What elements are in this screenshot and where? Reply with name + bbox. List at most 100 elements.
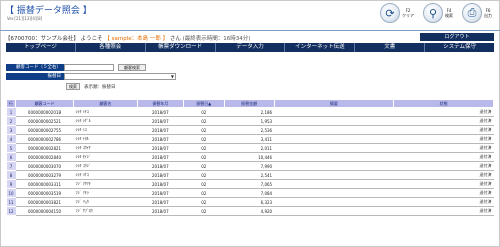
col-header-customer-code[interactable]: 顧客コード [15,99,75,108]
customer-code-cell: 0000000002786 [15,134,74,144]
customer-code-input[interactable] [64,64,114,71]
col-header-amount[interactable]: 振替金額 [223,99,275,108]
customer-code-cell: 0000000002821 [15,143,74,153]
f6-output-button[interactable]: ⎙ F6 出力 [462,3,492,23]
table-row[interactable]: 12 0000000004150 ﾌｼﾞ ｻﾌﾞﾛｳ 2018/07 02 4,920 送付… [6,206,494,216]
table-row[interactable]: 6 0000000002840 ｼﾗｷ ｾｲｼﾞ 2018/07 02 10,446 送付済 [6,152,494,162]
transfer-day-cell: 02 [183,161,225,171]
transfer-month-cell: 2018/07 [137,161,184,171]
function-key-bar: ⟳ F2 クリア ⚲ F4 検索 ⎙ F6 出力 [380,3,492,23]
welcome-message: 【6700700：サンプル会社】 ようこそ 【 sample：本島 一郎 】 さ… [5,34,250,42]
note-cell [274,116,394,126]
nav-item-data-entry[interactable]: データ入力 [216,43,286,52]
version-label: Ver.[21][13][4][8] [7,16,43,21]
table-row[interactable]: 7 0000000003070 ｼﾗｷ ｺｳｼﾞ 2018/07 02 7,990 送付済 [6,161,494,171]
customer-code-cell: 0000000003519 [15,188,74,198]
table-row[interactable]: 10 0000000003519 ﾌｼﾞ ｱｷﾗ 2018/07 02 7,084 送付済 [6,188,494,198]
transfer-day-cell: 02 [183,206,225,216]
col-header-status[interactable]: 状態 [393,99,494,108]
nav-item-inquiry[interactable]: 各種照会 [76,43,146,52]
nav-item-internet-transfer[interactable]: インターネット伝送 [285,43,356,52]
amount-cell: 1,953 [224,116,275,126]
customer-name-cell: ｼﾗｷ ﾐﾁｺ [73,107,138,117]
amount-cell: 2,011 [224,143,275,153]
status-cell: 送付済 [393,107,494,117]
search-icon: ⚲ [423,3,443,23]
col-header-transfer-day[interactable]: 振替日▲ [182,99,225,108]
status-cell: 送付済 [393,197,494,207]
note-cell [274,206,394,216]
status-cell: 送付済 [393,143,494,153]
note-cell [274,179,394,189]
note-cell [274,134,394,144]
customer-code-cell: 0000000003821 [15,197,74,207]
table-row[interactable]: 3 0000000002755 ｼﾗｷ ﾐﾕ 2018/07 02 2,536 送付済 [6,125,494,135]
note-cell [274,188,394,198]
note-cell [274,197,394,207]
customer-name-cell: ｼﾗｷ ｾｲｼﾞ [73,152,138,162]
amount-cell: 6,323 [224,197,275,207]
transfer-date-label: 振替日 [6,73,64,80]
f4-search-button[interactable]: ⚲ F4 検索 [423,3,453,23]
transfer-day-cell: 02 [183,170,225,180]
row-number-cell: 5 [6,143,16,153]
customer-code-cell: 0000000003279 [15,170,74,180]
refresh-icon: ⟳ [380,3,400,23]
transfer-month-cell: 2018/07 [137,134,184,144]
customer-name-cell: ｼﾗｷ ﾊﾅｺ [73,170,138,180]
amount-cell: 2,536 [224,125,275,135]
transfer-month-cell: 2018/07 [137,179,184,189]
table-row[interactable]: 5 0000000002821 ｼﾗｷ ｺｳｲﾁ 2018/07 02 2,011 送付済 [6,143,494,153]
transfer-day-cell: 02 [183,188,225,198]
row-number-cell: 9 [6,179,16,189]
customer-code-cell: 0000000002521 [15,116,74,126]
transfer-date-select[interactable]: ▼ [64,73,176,80]
status-cell: 送付済 [393,179,494,189]
note-cell [274,161,394,171]
table-row[interactable]: 2 0000000002521 ｼﾗｷ ｼｹﾞﾙ 2018/07 02 1,953 送付済 [6,116,494,126]
display-button[interactable]: 検索 [66,83,80,90]
table-row[interactable]: 4 0000000002786 ｼﾗｷ ﾄｵﾙ 2018/07 02 3,411 送付済 [6,134,494,144]
last-login: (最終表示時間：16時34分) [182,36,251,42]
nav-item-report-download[interactable]: 帳票ダウンロード [146,43,216,52]
transfer-day-cell: 02 [183,197,225,207]
table-row[interactable]: 11 0000000003821 ﾌｼﾞ ﾘｮｳ 2018/07 02 6,323 送付済 [6,197,494,207]
transfer-month-cell: 2018/07 [137,188,184,198]
note-cell [274,107,394,117]
amount-cell: 2,186 [224,107,275,117]
greeting-suffix: さん [169,36,181,42]
nav-item-documents[interactable]: 文書 [355,43,426,52]
transfer-month-cell: 2018/07 [137,170,184,180]
company-name: 【6700700：サンプル会社】 [5,36,79,42]
logout-button[interactable]: ログアウト [420,33,494,41]
transfer-month-cell: 2018/07 [137,116,184,126]
nav-item-top[interactable]: トップページ [6,43,76,52]
col-header-customer-name[interactable]: 顧客名 [73,99,138,108]
customer-name-cell: ﾌｼﾞ ｻﾌﾞﾛｳ [73,206,138,216]
customer-code-cell: 0000000004150 [15,206,74,216]
customer-name-cell: ｼﾗｷ ﾐﾕ [73,125,138,135]
display-order-label: 表示順：振替日 [84,85,116,90]
status-cell: 送付済 [393,170,494,180]
nav-item-system[interactable]: システム保守 [425,43,494,52]
user-name: 【 sample：本島 一郎 】 [104,36,169,42]
transfer-month-cell: 2018/07 [137,197,184,207]
amount-cell: 10,446 [224,152,275,162]
status-cell: 送付済 [393,134,494,144]
note-cell [274,143,394,153]
status-cell: 送付済 [393,188,494,198]
customer-name-cell: ﾌｼﾞ ｱｷﾗ [73,188,138,198]
table-row[interactable]: 1 000000000201B ｼﾗｷ ﾐﾁｺ 2018/07 02 2,186 送付済 [6,107,494,117]
table-row[interactable]: 8 0000000003279 ｼﾗｷ ﾊﾅｺ 2018/07 02 2,541 送付済 [6,170,494,180]
customer-name-cell: ｼﾗｷ ｺｳｲﾁ [73,143,138,153]
table-row[interactable]: 9 0000000003311 ﾌｼﾞ ﾏｻｱｷ 2018/07 02 7,065 送付済 [6,179,494,189]
col-header-note[interactable]: 摘要 [273,99,395,108]
col-header-transfer-month[interactable]: 振替年月 [136,99,184,108]
status-cell: 送付済 [393,116,494,126]
transfer-day-cell: 02 [183,179,225,189]
f2-action-label: クリア [402,13,414,18]
f2-clear-button[interactable]: ⟳ F2 クリア [380,3,414,23]
transfer-day-cell: 02 [183,116,225,126]
customer-search-button[interactable]: 顧客検索 [118,64,146,71]
customer-code-cell: 000000000201B [15,107,74,117]
